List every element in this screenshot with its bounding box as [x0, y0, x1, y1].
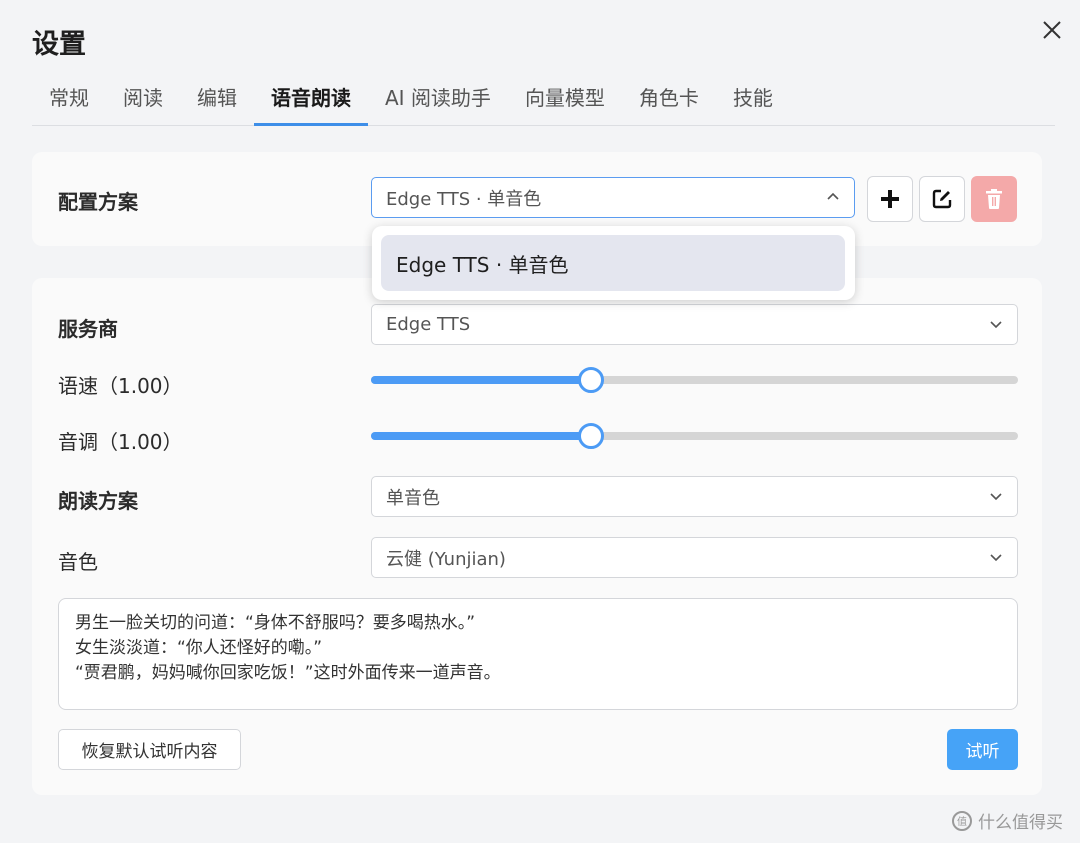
pitch-slider[interactable] — [371, 423, 1018, 449]
pitch-label: 音调（1.00） — [58, 430, 183, 454]
close-button[interactable] — [1036, 14, 1068, 46]
preview-text-input[interactable]: 男生一脸关切的问道：“身体不舒服吗？要多喝热水。” 女生淡淡道：“你人还怪好的嘞… — [58, 598, 1018, 710]
rate-slider-thumb[interactable] — [577, 367, 604, 393]
delete-profile-button[interactable] — [971, 176, 1017, 222]
rate-label: 语速（1.00） — [58, 374, 183, 398]
tab-ai-assistant[interactable]: AI 阅读助手 — [368, 74, 508, 125]
tts-settings-card: 服务商 Edge TTS 语速（1.00） 音调（1.00） 朗读方案 单音色 … — [32, 278, 1042, 795]
trash-icon — [986, 189, 1002, 209]
add-profile-button[interactable] — [867, 176, 913, 222]
svg-text:值: 值 — [957, 815, 967, 828]
plus-icon — [881, 190, 899, 208]
chevron-down-icon — [990, 321, 1002, 329]
smzdm-logo-icon: 值 — [952, 810, 972, 831]
profile-select[interactable]: Edge TTS · 单音色 — [371, 177, 855, 218]
voice-label: 音色 — [58, 550, 98, 574]
pitch-slider-fill — [371, 432, 591, 440]
reset-preview-button[interactable]: 恢复默认试听内容 — [58, 729, 241, 770]
profile-dropdown-menu: Edge TTS · 单音色 — [372, 226, 855, 300]
scheme-select-value: 单音色 — [386, 487, 440, 509]
tab-role-card[interactable]: 角色卡 — [622, 74, 716, 125]
profile-label: 配置方案 — [58, 190, 138, 214]
chevron-down-icon — [990, 554, 1002, 562]
listen-button[interactable]: 试听 — [947, 729, 1018, 770]
scheme-label: 朗读方案 — [58, 489, 138, 513]
watermark: 值 什么值得买 — [950, 808, 1063, 833]
page-title: 设置 — [32, 29, 86, 60]
chevron-down-icon — [990, 493, 1002, 501]
tab-bar: 常规 阅读 编辑 语音朗读 AI 阅读助手 向量模型 角色卡 技能 — [32, 74, 1055, 126]
provider-select[interactable]: Edge TTS — [371, 304, 1018, 345]
close-icon — [1043, 21, 1061, 39]
tab-reading[interactable]: 阅读 — [106, 74, 180, 125]
profile-select-value: Edge TTS · 单音色 — [386, 188, 542, 210]
provider-label: 服务商 — [58, 317, 118, 341]
tab-editing[interactable]: 编辑 — [180, 74, 254, 125]
rate-slider-fill — [371, 376, 591, 384]
edit-profile-button[interactable] — [919, 176, 965, 222]
voice-select-value: 云健 (Yunjian) — [386, 548, 506, 570]
voice-select[interactable]: 云健 (Yunjian) — [371, 537, 1018, 578]
scheme-select[interactable]: 单音色 — [371, 476, 1018, 517]
watermark-text: 什么值得买 — [978, 813, 1063, 833]
profile-option[interactable]: Edge TTS · 单音色 — [381, 235, 845, 291]
tab-general[interactable]: 常规 — [32, 74, 106, 125]
pitch-slider-thumb[interactable] — [577, 423, 604, 449]
rate-slider[interactable] — [371, 367, 1018, 393]
chevron-up-icon — [827, 192, 839, 200]
tab-tts[interactable]: 语音朗读 — [254, 74, 368, 126]
tab-skills[interactable]: 技能 — [716, 74, 790, 125]
edit-icon — [932, 189, 952, 209]
tab-vector-model[interactable]: 向量模型 — [508, 74, 622, 125]
provider-select-value: Edge TTS — [386, 314, 471, 335]
